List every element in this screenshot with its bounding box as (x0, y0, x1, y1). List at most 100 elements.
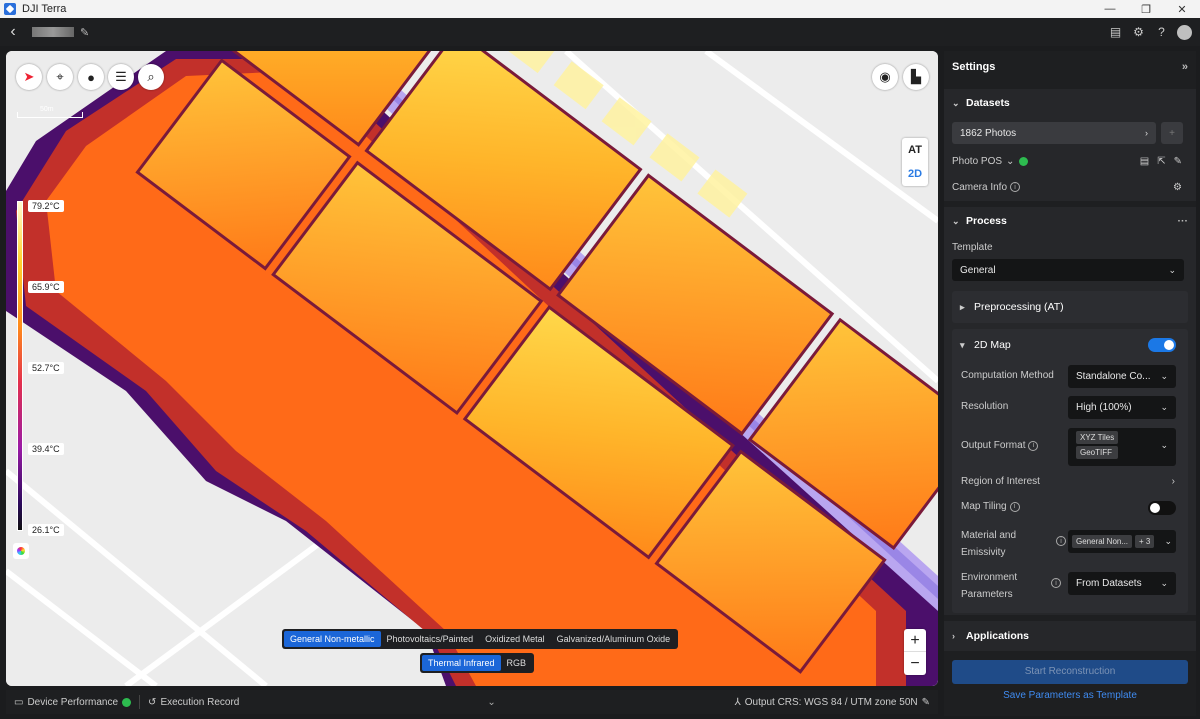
gear-icon[interactable]: ⚙ (1173, 182, 1182, 193)
chevron-left-icon[interactable]: ‹ (0, 23, 26, 41)
edit-icon[interactable]: ✎ (1174, 156, 1182, 167)
close-button[interactable]: ✕ (1164, 3, 1200, 16)
chevron-down-icon[interactable]: ⌄ (1006, 156, 1014, 167)
zoom-out-button[interactable]: − (904, 652, 926, 675)
app-logo-icon (4, 3, 16, 15)
palette-button[interactable] (13, 543, 29, 559)
zoom-in-button[interactable]: + (904, 629, 926, 652)
photos-count: 1862 Photos (960, 127, 1017, 139)
user-avatar[interactable] (1177, 24, 1192, 40)
window-title: DJI Terra (22, 3, 67, 15)
info-icon[interactable]: i (1009, 501, 1020, 512)
map-view[interactable]: ➤ ⌖ ● ☰ ⌕ ◉ ▙ 50m 79.2°C 65.9°C 52.7°C 3… (6, 51, 938, 686)
photo-pos-label[interactable]: Photo POS (952, 156, 1002, 167)
segment-photovoltaics[interactable]: Photovoltaics/Painted (381, 631, 480, 647)
resolution-select[interactable]: High (100%) ⌄ (1068, 396, 1176, 419)
template-select[interactable]: General ⌄ (952, 259, 1184, 281)
zoom-control: + − (904, 629, 926, 675)
chevron-down-icon: ⌄ (1160, 578, 1168, 588)
map2d-toggle[interactable] (1148, 338, 1176, 352)
process-header[interactable]: ⌄ Process ··· (944, 207, 1196, 235)
pencil-icon[interactable]: ✎ (80, 26, 89, 39)
save-template-link[interactable]: Save Parameters as Template (952, 690, 1188, 701)
chevron-down-icon[interactable]: ⌄ (487, 697, 495, 708)
datasets-title: Datasets (966, 97, 1010, 109)
crs-icon: ⅄ (734, 696, 741, 708)
list-icon[interactable]: ☰ (108, 64, 134, 90)
material-label-1: Material and (961, 530, 1017, 541)
material-extra-chip: + 3 (1135, 535, 1155, 548)
computation-method-select[interactable]: Standalone Co... ⌄ (1068, 365, 1176, 388)
map-tiling-row: Map Tiling i (961, 501, 1020, 512)
map2d-title: 2D Map (974, 339, 1011, 351)
computation-method-value: Standalone Co... (1076, 371, 1151, 382)
chevron-right-icon: › (952, 631, 955, 641)
document-icon[interactable]: ▤ (1140, 156, 1149, 167)
environment-select[interactable]: From Datasets ⌄ (1068, 572, 1176, 595)
computation-method-row: Computation Method (961, 370, 1054, 381)
start-reconstruction-button[interactable]: Start Reconstruction (952, 660, 1188, 684)
map-tiling-toggle[interactable] (1148, 501, 1176, 515)
roi-row[interactable]: Region of Interest › (961, 476, 1175, 487)
segment-thermal-infrared[interactable]: Thermal Infrared (422, 655, 501, 671)
minimize-button[interactable]: — (1092, 3, 1128, 16)
maximize-button[interactable]: ❐ (1128, 3, 1164, 16)
datasets-header[interactable]: ⌄ Datasets (944, 89, 1196, 117)
device-performance-label: Device Performance (27, 696, 119, 708)
photo-pos-row: Photo POS ⌄ ▤ ⇱ ✎ (952, 154, 1182, 168)
material-segment: General Non-metallic Photovoltaics/Paint… (282, 629, 679, 649)
segment-general-non-metallic[interactable]: General Non-metallic (284, 631, 381, 647)
applications-title: Applications (966, 630, 1030, 642)
add-dataset-button[interactable]: + (1161, 122, 1183, 144)
execution-record-label: Execution Record (160, 696, 240, 708)
env-label-2: Parameters (961, 589, 1013, 600)
segment-oxidized-metal[interactable]: Oxidized Metal (479, 631, 551, 647)
more-icon[interactable]: ··· (1178, 215, 1189, 227)
legend-tick: 79.2°C (28, 200, 64, 212)
collapse-panel-icon[interactable]: » (1182, 61, 1188, 73)
caret-right-icon: ▸ (960, 301, 965, 312)
segment-rgb[interactable]: RGB (501, 655, 533, 671)
material-select[interactable]: General Non... + 3 ⌄ (1068, 530, 1176, 553)
layers-icon[interactable]: ▙ (903, 64, 929, 90)
output-format-select[interactable]: XYZ Tiles GeoTIFF ⌄ (1068, 428, 1176, 466)
view-mode-2d[interactable]: 2D (902, 162, 928, 186)
environment-row: Environment Parameters (961, 569, 1017, 603)
info-icon[interactable]: i (1051, 578, 1061, 588)
chevron-down-icon: ⌄ (1160, 402, 1168, 412)
format-chip: GeoTIFF (1076, 446, 1119, 459)
output-crs[interactable]: ⅄ Output CRS: WGS 84 / UTM zone 50N ✎ (727, 690, 938, 714)
project-name-redacted (32, 27, 74, 37)
info-icon[interactable]: i (1056, 536, 1066, 546)
preprocessing-section[interactable]: ▸ Preprocessing (AT) (952, 291, 1188, 323)
pin-icon[interactable]: ● (78, 64, 104, 90)
process-title: Process (966, 215, 1007, 227)
check-icon (1019, 156, 1029, 166)
pencil-icon[interactable]: ✎ (922, 697, 930, 708)
scale-label: 50m (40, 106, 54, 113)
search-icon[interactable]: ⌕ (138, 64, 164, 90)
temperature-legend[interactable] (17, 201, 23, 531)
device-performance[interactable]: ▭ Device Performance (6, 690, 139, 714)
help-icon[interactable]: ? (1154, 25, 1169, 40)
display-mode-segment: Thermal Infrared RGB (420, 653, 535, 673)
camera-icon[interactable]: ◉ (872, 64, 898, 90)
template-label-text: Template (952, 242, 993, 253)
info-icon[interactable]: i (1028, 440, 1039, 451)
chevron-down-icon: ⌄ (1160, 371, 1168, 381)
compass-icon[interactable]: ➤ (16, 64, 42, 90)
photos-selector[interactable]: 1862 Photos › (952, 122, 1156, 144)
view-mode-toggle[interactable]: AT 2D (902, 138, 928, 186)
env-label-1: Environment (961, 572, 1018, 583)
segment-galvanized[interactable]: Galvanized/Aluminum Oxide (551, 631, 677, 647)
locate-icon[interactable]: ⌖ (47, 64, 73, 90)
view-mode-at[interactable]: AT (902, 138, 928, 162)
gear-icon[interactable]: ⚙ (1131, 25, 1146, 40)
applications-section[interactable]: › Applications (944, 621, 1196, 651)
info-icon[interactable]: i (1010, 182, 1021, 192)
export-icon[interactable]: ⇱ (1157, 156, 1165, 167)
palette-icon (17, 547, 25, 555)
report-icon[interactable]: ▤ (1108, 25, 1123, 40)
legend-tick: 65.9°C (28, 281, 64, 293)
execution-record[interactable]: ↺ Execution Record (140, 690, 247, 714)
